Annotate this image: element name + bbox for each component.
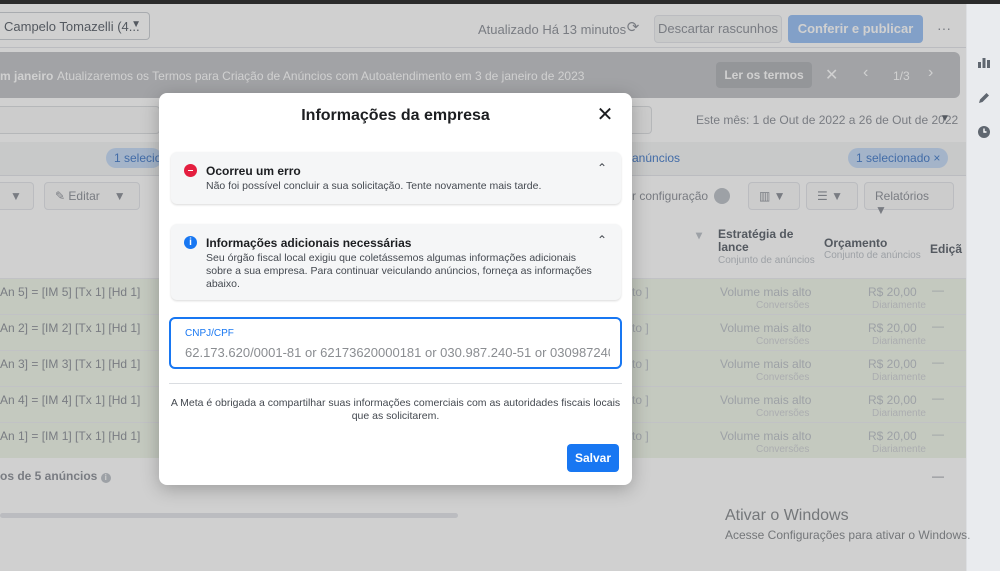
dialog-title: Informações da empresa — [301, 107, 490, 124]
right-sidebar — [966, 4, 1000, 571]
cnpj-cpf-field[interactable]: CNPJ/CPF — [169, 317, 622, 369]
info-alert: i Informações adicionais necessárias Seu… — [171, 224, 621, 300]
chevron-up-icon[interactable]: ⌃ — [597, 233, 607, 247]
divider — [169, 383, 622, 384]
chevron-up-icon[interactable]: ⌃ — [597, 161, 607, 175]
cnpj-cpf-input[interactable] — [185, 343, 610, 361]
pencil-icon[interactable] — [974, 88, 994, 108]
clock-icon[interactable] — [974, 122, 994, 142]
error-alert: – Ocorreu um erro Não foi possível concl… — [171, 152, 621, 204]
error-title: Ocorreu um erro — [206, 164, 301, 178]
legal-notice: A Meta é obrigada a compartilhar suas in… — [170, 397, 621, 422]
error-icon: – — [184, 164, 197, 177]
close-icon[interactable]: ✕ — [595, 105, 615, 125]
chart-icon[interactable] — [974, 52, 994, 72]
info-title: Informações adicionais necessárias — [206, 236, 412, 250]
info-body: Seu órgão fiscal local exigiu que coletá… — [206, 252, 592, 290]
save-button[interactable]: Salvar — [567, 444, 619, 472]
business-info-dialog: Informações da empresa ✕ – Ocorreu um er… — [159, 93, 632, 485]
info-icon: i — [184, 236, 197, 249]
error-body: Não foi possível concluir a sua solicita… — [206, 180, 542, 192]
cnpj-cpf-label: CNPJ/CPF — [185, 328, 234, 339]
